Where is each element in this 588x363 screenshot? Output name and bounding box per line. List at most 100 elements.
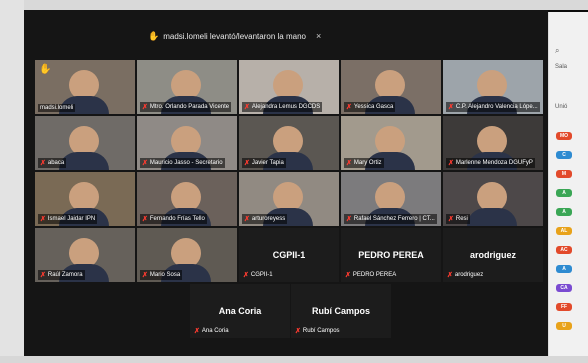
participant-name: C.P. Alejandro Valencia Lópe... [455,104,538,110]
participant-name: Mtro. Orlando Parada Vicente [149,104,230,110]
participant-avatar-badge[interactable]: U [556,322,572,330]
participant-name: CGPII-1 [250,272,273,278]
participant-body [59,152,109,170]
participant-tile-no-video[interactable]: CGPII-1 ✗ CGPII-1 [239,228,339,282]
participant-tile[interactable]: ✗ Yessica Gasca [341,60,441,114]
participant-name: Rubí Campos [302,328,340,334]
participant-tile[interactable]: ✗ Raúl Zamora [35,228,135,282]
participant-name-label: ✗ arodriguez [447,271,483,279]
participant-tile[interactable]: ✋ madsi.lomeli [35,60,135,114]
participant-avatar-badge[interactable]: MO [556,132,572,140]
participant-name-label: ✗ Mary Ortiz [344,158,384,168]
participant-avatar-badge[interactable]: AL [556,227,572,235]
participant-tile[interactable]: ✗ Javier Tapia [239,116,339,170]
participant-name-label: ✗ C.P. Alejandro Valencia Lópe... [446,102,540,112]
muted-mic-icon: ✗ [448,160,454,167]
participant-name-label: madsi.lomeli [38,104,76,112]
participant-tile-no-video[interactable]: Rubí Campos ✗ Rubí Campos [291,284,391,338]
muted-mic-icon: ✗ [244,216,250,223]
participant-avatar-badge[interactable]: M [556,170,572,178]
participant-avatar-badge[interactable]: C [556,151,572,159]
muted-mic-icon: ✗ [447,272,453,279]
participant-name: PEDRO PEREA [352,272,397,278]
participant-name-label: ✗ Ismael Jaidar IPN [38,214,98,224]
participant-name: abaca [47,160,65,166]
participant-name-label: ✗ Fernando Frías Tello [140,214,207,224]
participant-tile[interactable]: ✗ Marlenne Mendoza DGUFyP [443,116,543,170]
participant-tile[interactable]: ✗ Mary Ortiz [341,116,441,170]
participant-display-name: Rubí Campos [311,306,370,316]
participant-display-name: Ana Coria [218,306,262,316]
muted-mic-icon: ✗ [142,216,148,223]
muted-mic-icon: ✗ [194,328,200,335]
participants-panel: ⌕ Sala Unió MO C M A A AL AC A CA FF U [548,12,588,356]
muted-mic-icon: ✗ [346,216,352,223]
muted-mic-icon: ✗ [40,160,46,167]
muted-mic-icon: ✗ [142,160,148,167]
participant-tile[interactable]: ✗ Mtro. Orlando Parada Vicente [137,60,237,114]
muted-mic-icon: ✗ [345,272,351,279]
participant-avatar-badge[interactable]: FF [556,303,572,311]
participant-name-label: ✗ Rubí Campos [295,327,340,335]
participant-avatar-badge[interactable]: A [556,208,572,216]
participant-name: Alejandra Lemus DGCDS [251,104,321,110]
participant-name: Resi [455,216,468,222]
participant-name: Ismael Jaidar IPN [47,216,96,222]
participant-name-label: ✗ Mauricio Jasso - Secretario [140,158,225,168]
muted-mic-icon: ✗ [40,272,46,279]
participant-avatar-badge[interactable]: A [556,189,572,197]
muted-mic-icon: ✗ [244,160,250,167]
participant-tile[interactable]: ✗ arturoreyess [239,172,339,226]
participant-tile[interactable]: ✗ Fernando Frías Tello [137,172,237,226]
muted-mic-icon: ✗ [244,104,250,111]
participant-name-label: ✗ Alejandra Lemus DGCDS [242,102,323,112]
muted-mic-icon: ✗ [346,104,352,111]
muted-mic-icon: ✗ [448,104,454,111]
participant-tile-no-video[interactable]: PEDRO PEREA ✗ PEDRO PEREA [341,228,441,282]
raised-hand-banner: ✋ madsi.lomeli levantó/levantaron la man… [148,29,321,43]
search-icon[interactable]: ⌕ [555,46,559,56]
participant-tile[interactable]: ✗ Mauricio Jasso - Secretario [137,116,237,170]
participant-tile[interactable]: ✗ Ismael Jaidar IPN [35,172,135,226]
participants-panel-section: Unió [555,104,568,110]
participant-name: Ana Coria [201,328,229,334]
participant-name: Mary Ortiz [353,160,382,166]
muted-mic-icon: ✗ [142,272,148,279]
participant-name-label: ✗ Mtro. Orlando Parada Vicente [140,102,232,112]
participant-avatar-badge[interactable]: A [556,265,572,273]
participant-name-label: ✗ Mario Sosa [140,270,183,280]
participant-tile[interactable]: ✗ C.P. Alejandro Valencia Lópe... [443,60,543,114]
participant-name: Rafael Sánchez Ferrero | CT... [353,216,435,222]
participant-tile[interactable]: ✗ Resi [443,172,543,226]
participant-tile[interactable]: ✗ abaca [35,116,135,170]
participant-tile-no-video[interactable]: Ana Coria ✗ Ana Coria [190,284,290,338]
close-icon[interactable]: × [316,31,321,41]
raised-hand-icon: ✋ [39,64,52,75]
participant-name: Mauricio Jasso - Secretario [149,160,223,166]
participants-panel-header: Sala [555,64,568,70]
muted-mic-icon: ✗ [295,328,301,335]
monitor-frame-top [0,0,588,10]
participant-display-name: PEDRO PEREA [358,250,424,260]
participant-display-name: CGPII-1 [272,250,306,260]
participant-tile[interactable]: ✗ Rafael Sánchez Ferrero | CT... [341,172,441,226]
participant-avatar-badge[interactable]: CA [556,284,572,292]
participant-name: Raúl Zamora [47,272,83,278]
participant-tile[interactable]: ✗ Alejandra Lemus DGCDS [239,60,339,114]
participant-name: Marlenne Mendoza DGUFyP [455,160,533,166]
raised-hand-icon: ✋ [148,30,160,41]
participant-tile-no-video[interactable]: arodriguez ✗ arodriguez [443,228,543,282]
participant-name-label: ✗ abaca [38,158,67,168]
monitor-frame-bottom [0,356,588,363]
participant-tile[interactable]: ✗ Mario Sosa [137,228,237,282]
participant-display-name: arodriguez [469,250,516,260]
participant-name: Javier Tapia [251,160,284,166]
muted-mic-icon: ✗ [142,104,148,111]
muted-mic-icon: ✗ [346,160,352,167]
participant-name-label: ✗ Yessica Gasca [344,102,396,112]
raised-hand-banner-text: madsi.lomeli levantó/levantaron la mano [163,31,306,41]
participant-name-label: ✗ Javier Tapia [242,158,286,168]
participant-name-label: ✗ Rafael Sánchez Ferrero | CT... [344,214,437,224]
muted-mic-icon: ✗ [448,216,454,223]
participant-avatar-badge[interactable]: AC [556,246,572,254]
